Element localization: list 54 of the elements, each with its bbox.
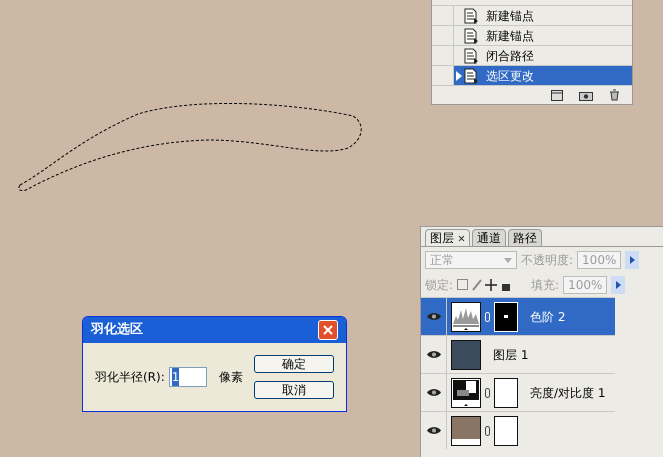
history-label: 选区更改 bbox=[486, 68, 534, 84]
layer-row[interactable]: 图层 1 bbox=[421, 335, 615, 373]
arrow-right-icon bbox=[616, 281, 621, 289]
history-state-icon bbox=[464, 8, 478, 24]
layer-name: 色阶 2 bbox=[530, 308, 566, 326]
history-item[interactable]: 选区更改 bbox=[432, 66, 632, 86]
close-icon[interactable] bbox=[458, 234, 465, 242]
close-button[interactable] bbox=[318, 320, 338, 340]
history-state-icon bbox=[464, 48, 478, 64]
layer-row[interactable]: 亮度/对比度 1 bbox=[421, 373, 615, 411]
eye-icon[interactable] bbox=[426, 350, 440, 359]
history-label: 新建锚点 bbox=[486, 28, 534, 44]
feather-radius-label: 羽化半径(R): bbox=[95, 369, 165, 386]
dropdown-caret-icon bbox=[504, 258, 512, 262]
layer-mask-thumbnail bbox=[494, 416, 518, 446]
history-state-icon bbox=[464, 68, 478, 84]
history-label: 闭合路径 bbox=[486, 48, 534, 64]
dialog-button[interactable]: 取消 bbox=[254, 381, 334, 399]
layer-row[interactable]: 色阶 2 bbox=[421, 297, 615, 335]
opacity-arrow-button[interactable] bbox=[625, 251, 640, 269]
mask-spot bbox=[504, 315, 508, 318]
color-fill-thumbnail bbox=[451, 416, 481, 446]
feather-radius-field[interactable]: 1 bbox=[168, 367, 207, 387]
link-icon[interactable] bbox=[485, 426, 490, 436]
panel-tab[interactable]: 图层 bbox=[425, 229, 470, 246]
fill-label: 填充: bbox=[531, 277, 560, 294]
new-document-icon[interactable] bbox=[551, 90, 563, 100]
panel-tab[interactable]: 通道 bbox=[472, 229, 506, 246]
history-label: 新建锚点 bbox=[486, 8, 534, 24]
eye-icon[interactable] bbox=[426, 312, 440, 321]
layer-name: 亮度/对比度 1 bbox=[530, 384, 606, 402]
history-state-icon bbox=[464, 28, 478, 44]
unit-label: 像素 bbox=[218, 369, 243, 386]
histogram-thumbnail bbox=[451, 302, 481, 332]
history-item[interactable]: 新建锚点 bbox=[432, 6, 632, 26]
panel-tab[interactable]: 路径 bbox=[508, 229, 542, 246]
photo-thumbnail bbox=[451, 340, 481, 370]
dialog-button[interactable]: 确定 bbox=[254, 355, 334, 373]
eye-icon[interactable] bbox=[426, 426, 440, 435]
lock-label: 锁定: bbox=[425, 277, 454, 294]
opacity-label: 不透明度: bbox=[521, 252, 574, 269]
dialog-title: 羽化选区 bbox=[91, 321, 143, 340]
lock-icons-drawing[interactable] bbox=[457, 279, 512, 291]
close-icon bbox=[323, 325, 333, 335]
arrow-right-icon bbox=[630, 256, 635, 264]
fill-arrow-button[interactable] bbox=[611, 276, 626, 294]
trash-icon[interactable] bbox=[609, 89, 620, 101]
link-icon[interactable] bbox=[485, 388, 490, 398]
eye-icon[interactable] bbox=[426, 388, 440, 397]
history-item[interactable]: 新建锚点 bbox=[432, 26, 632, 46]
camera-icon[interactable] bbox=[579, 90, 593, 100]
layer-name: 图层 1 bbox=[493, 346, 528, 364]
contrast-thumbnail bbox=[451, 378, 481, 408]
layer-mask-thumbnail bbox=[494, 378, 518, 408]
